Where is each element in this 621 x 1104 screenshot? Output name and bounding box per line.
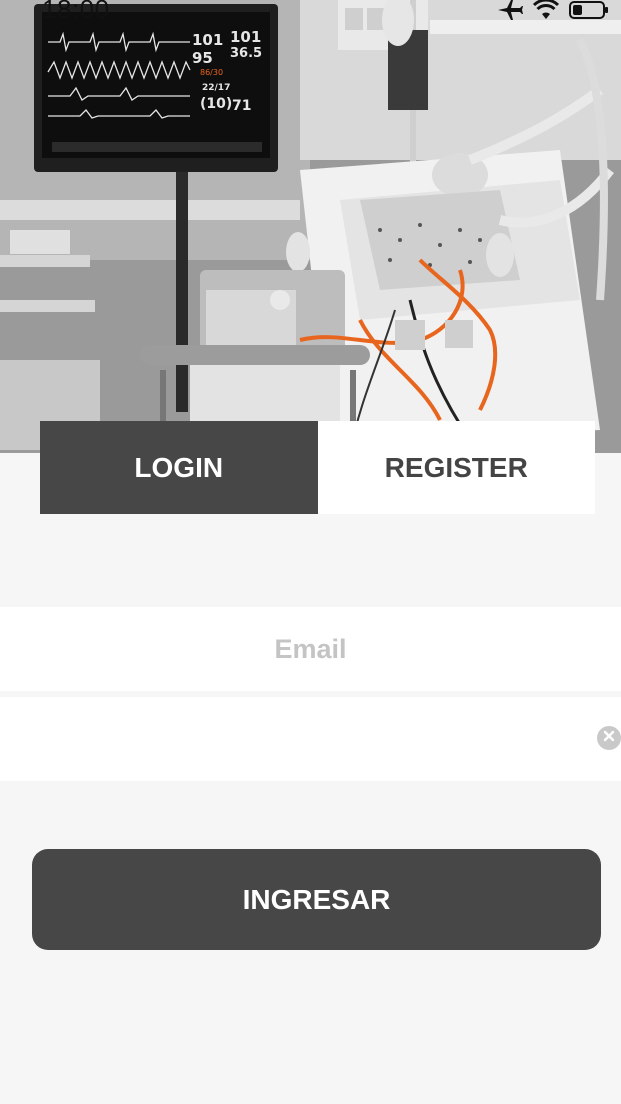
svg-text:95: 95 — [192, 49, 213, 67]
svg-text:101: 101 — [230, 28, 261, 46]
status-bar: 18:00 — [0, 0, 621, 26]
clear-input-button[interactable] — [597, 726, 621, 750]
battery-icon — [569, 0, 609, 25]
close-icon — [603, 729, 615, 747]
submit-button[interactable]: INGRESAR — [32, 849, 601, 950]
svg-text:86/30: 86/30 — [200, 68, 223, 77]
airplane-icon — [497, 0, 523, 26]
tab-register[interactable]: REGISTER — [317, 421, 595, 514]
password-input[interactable] — [0, 697, 621, 781]
tab-login[interactable]: LOGIN — [40, 421, 318, 514]
svg-text:101: 101 — [192, 31, 223, 49]
svg-text:71: 71 — [232, 98, 251, 114]
email-field-container — [0, 607, 621, 691]
wifi-icon — [532, 0, 560, 25]
hero-image: 101 101 95 36.5 22/17 (10) 71 86/30 — [0, 0, 621, 453]
password-field-container — [0, 697, 621, 781]
svg-text:22/17: 22/17 — [202, 83, 230, 93]
svg-text:(10): (10) — [200, 96, 232, 112]
status-time: 18:00 — [42, 0, 110, 24]
status-icons — [497, 0, 609, 24]
login-screen: 101 101 95 36.5 22/17 (10) 71 86/30 18:0… — [0, 0, 621, 1104]
email-input[interactable] — [0, 607, 621, 691]
svg-text:36.5: 36.5 — [230, 46, 262, 61]
auth-tabs: LOGIN REGISTER — [40, 421, 595, 514]
